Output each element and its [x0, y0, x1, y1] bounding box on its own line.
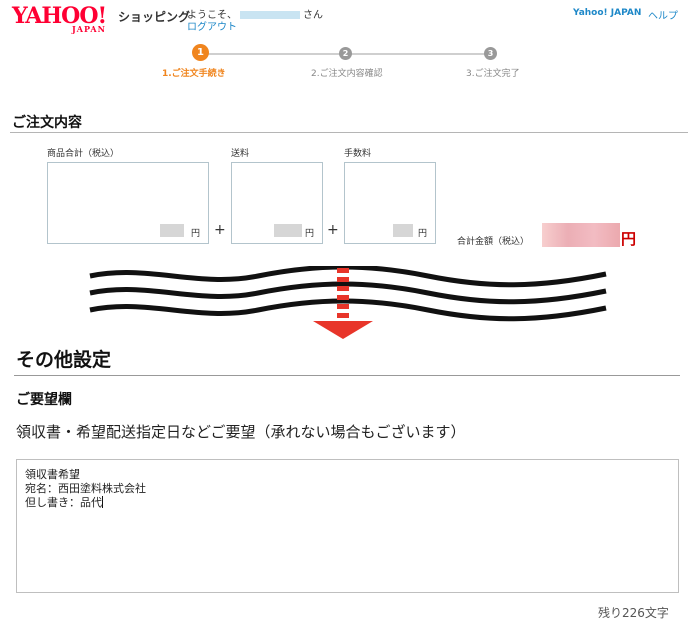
total-value-redacted: [542, 223, 620, 247]
step-2-circle: 2: [339, 47, 352, 60]
section-break-arrow-icon: [89, 266, 607, 339]
step-2-label: 2.ご注文内容確認: [311, 69, 383, 79]
request-textarea[interactable]: 領収書希望 宛名：西田塗料株式会社 但し書き：品代: [16, 459, 679, 593]
step-1-circle: 1: [192, 44, 209, 61]
total-label: 合計金額（税込）: [457, 237, 530, 247]
request-field-title: ご要望欄: [16, 392, 72, 408]
fee-yen: 円: [418, 229, 428, 239]
text-cursor: [102, 496, 103, 508]
total-yen: 円: [621, 230, 637, 248]
subtotal-label: 商品合計（税込）: [47, 149, 120, 159]
subtotal-box: 円: [47, 162, 209, 244]
request-description: 領収書・希望配送指定日などご要望（承れない場合もございます）: [16, 423, 466, 441]
shipping-label: 送料: [231, 149, 250, 159]
step-connector-2: [345, 53, 490, 55]
shipping-value-redacted: [274, 224, 302, 237]
fee-label: 手数料: [344, 149, 372, 159]
step-connector-1: [200, 53, 345, 55]
shopping-service-name[interactable]: ショッピング: [118, 8, 190, 25]
welcome-suffix: さん: [303, 10, 323, 21]
plus-sign-2: +: [327, 222, 339, 238]
other-settings-divider: [14, 375, 680, 376]
yahoo-japan-link[interactable]: Yahoo! JAPAN: [573, 8, 641, 18]
order-contents-divider: [10, 132, 688, 133]
step-3-label: 3.ご注文完了: [466, 69, 520, 79]
plus-sign-1: +: [214, 222, 226, 238]
yahoo-logo-japan: JAPAN: [72, 24, 106, 34]
subtotal-value-redacted: [160, 224, 184, 237]
subtotal-yen: 円: [191, 229, 201, 239]
request-textarea-content: 領収書希望 宛名：西田塗料株式会社 但し書き：品代: [25, 468, 146, 509]
shipping-yen: 円: [305, 229, 315, 239]
step-3-circle: 3: [484, 47, 497, 60]
step-1-label: 1.ご注文手続き: [162, 69, 226, 79]
other-settings-title: その他設定: [16, 349, 112, 371]
logout-link[interactable]: ログアウト: [187, 18, 237, 33]
username-redacted: [240, 11, 300, 19]
order-contents-title: ご注文内容: [12, 115, 82, 131]
remaining-characters: 残り226文字: [598, 606, 669, 620]
fee-value-redacted: [393, 224, 413, 237]
help-link[interactable]: ヘルプ: [648, 7, 678, 22]
shipping-box: 円: [231, 162, 323, 244]
fee-box: 円: [344, 162, 436, 244]
